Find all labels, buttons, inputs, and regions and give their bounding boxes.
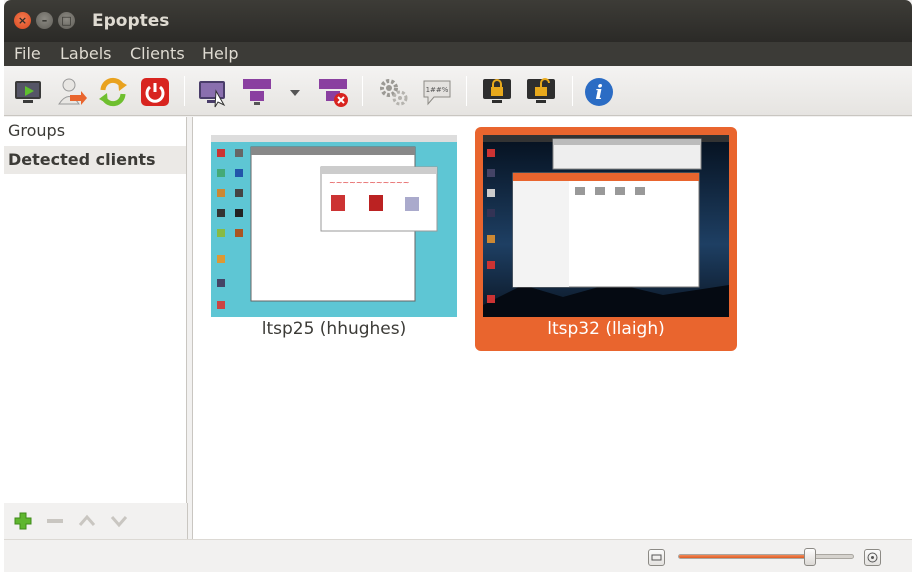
menu-file[interactable]: File <box>14 44 41 63</box>
groups-sidebar: Groups Detected clients <box>4 117 187 503</box>
client-label: ltsp32 (llaigh) <box>547 319 665 339</box>
shutdown-icon[interactable] <box>138 75 172 109</box>
toolbar-separator <box>184 76 185 106</box>
svg-text:i: i <box>595 80 603 104</box>
minimize-window-button[interactable]: – <box>36 12 53 29</box>
info-icon[interactable]: i <box>582 75 616 109</box>
move-up-icon[interactable] <box>76 511 98 531</box>
toolbar-separator <box>572 76 573 106</box>
user-transfer-icon[interactable] <box>54 75 88 109</box>
maximize-window-button[interactable]: □ <box>58 12 75 29</box>
menu-clients[interactable]: Clients <box>130 44 185 63</box>
zoom-out-button[interactable] <box>648 549 665 566</box>
menu-labels[interactable]: Labels <box>60 44 112 63</box>
multi-monitor-icon[interactable] <box>240 75 274 109</box>
epoptes-window: × – □ Epoptes File Labels Clients Help 1… <box>4 0 912 572</box>
send-message-icon[interactable]: 1##% <box>420 75 454 109</box>
zoom-slider-handle[interactable] <box>803 548 816 566</box>
move-down-icon[interactable] <box>108 511 130 531</box>
menu-help[interactable]: Help <box>202 44 238 63</box>
zoom-slider-fill <box>679 555 810 558</box>
zoom-in-icon <box>867 552 878 563</box>
maximize-icon: □ <box>61 14 72 27</box>
client-screenshot-thumbnail: ~~~~~~~~~~~~ <box>211 135 457 317</box>
remove-group-icon[interactable] <box>44 511 66 531</box>
menu-bar: File Labels Clients Help <box>4 42 912 66</box>
zoom-out-icon <box>651 554 662 561</box>
title-bar: × – □ Epoptes <box>4 0 912 42</box>
window-title: Epoptes <box>92 11 170 31</box>
reboot-icon[interactable] <box>96 75 130 109</box>
add-group-icon[interactable] <box>12 511 34 531</box>
minimize-icon: – <box>41 14 48 27</box>
toolbar-separator <box>362 76 363 106</box>
dropdown-arrow-icon[interactable] <box>288 75 302 109</box>
stop-broadcast-icon[interactable] <box>316 75 350 109</box>
close-window-button[interactable]: × <box>14 12 31 29</box>
lock-screen-icon[interactable] <box>480 75 514 109</box>
groups-header: Groups <box>8 121 66 140</box>
client-label: ltsp25 (hhughes) <box>261 319 407 339</box>
client-screenshot-thumbnail <box>483 135 729 317</box>
execute-gears-icon[interactable] <box>376 75 410 109</box>
screen-broadcast-icon[interactable] <box>196 75 230 109</box>
close-icon: × <box>17 14 28 27</box>
client-tile-selected[interactable]: ltsp32 (llaigh) <box>475 127 737 351</box>
status-bar <box>4 539 912 572</box>
client-tile[interactable]: ~~~~~~~~~~~~ ltsp25 (hhughes) <box>203 127 465 351</box>
unlock-screen-icon[interactable] <box>524 75 558 109</box>
message-bubble-text: 1##% <box>426 86 449 94</box>
svg-text:~~~~~~~~~~~~: ~~~~~~~~~~~~ <box>329 178 409 187</box>
clients-view: ~~~~~~~~~~~~ ltsp25 (hhughes) ltsp32 (ll… <box>192 117 912 539</box>
sidebar-toolbar <box>4 503 188 539</box>
sidebar-item-detected-clients[interactable]: Detected clients <box>4 146 186 174</box>
zoom-slider[interactable] <box>678 548 854 566</box>
zoom-in-button[interactable] <box>864 549 881 566</box>
toolbar-separator <box>466 76 467 106</box>
toolbar: 1##% i <box>4 66 912 116</box>
monitor-broadcast-icon[interactable] <box>12 75 46 109</box>
